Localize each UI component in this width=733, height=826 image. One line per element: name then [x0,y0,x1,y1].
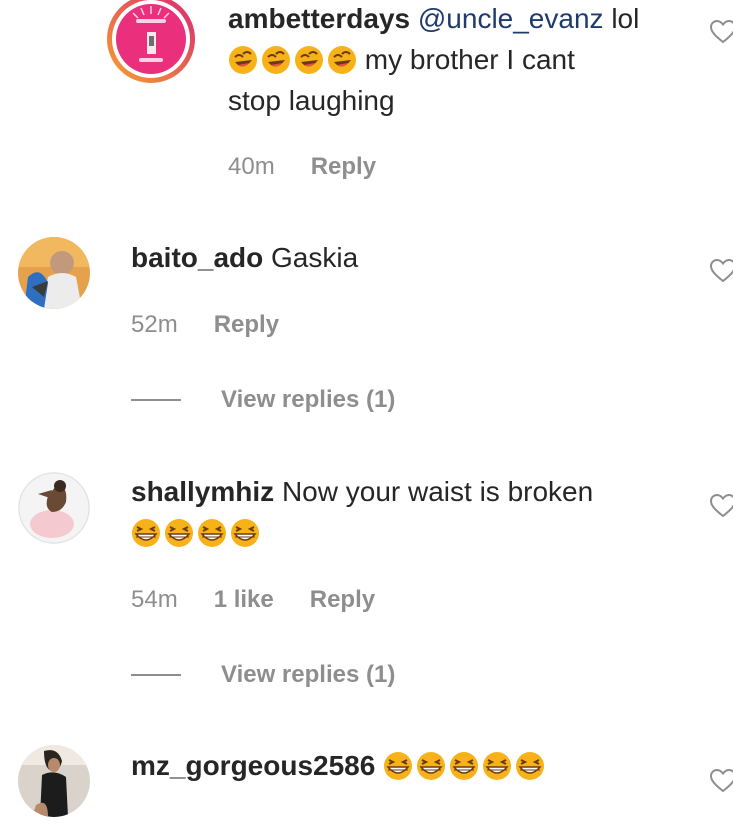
emoji-group [383,751,545,781]
reply-button[interactable]: Reply [310,586,375,614]
comment-body: Gaskia [271,242,359,273]
grinning-squinting-face-icon [132,518,160,547]
grinning-squinting-face-icon [516,751,545,780]
grinning-squinting-face-icon [384,751,413,780]
emoji-group [228,45,357,75]
comment-username[interactable]: baito_ado [131,242,263,273]
comment-username[interactable]: ambetterdays [228,3,410,34]
grinning-squinting-face-icon [231,518,259,547]
comment-body-part-2: my brother I cant [364,44,575,75]
comment-meta: 54m 1 like Reply [131,586,375,614]
comment-body: Now your waist is broken [281,476,594,507]
comment-body-part-1: lol [611,3,640,34]
comment-timestamp: 40m [228,153,275,180]
rolling-on-floor-laughing-icon [262,45,290,74]
grinning-squinting-face-icon [483,751,512,780]
comment-meta: 52m Reply [131,311,279,339]
like-heart-icon[interactable] [710,259,733,283]
view-replies-label: View replies (1) [221,386,396,413]
rolling-on-floor-laughing-icon [295,45,323,74]
avatar-story-ring[interactable] [106,0,196,84]
likes-count[interactable]: 1 like [214,586,274,614]
view-replies-button[interactable]: View replies (1) [131,661,395,689]
comment-text: mz_gorgeous2586 [131,745,545,786]
divider-line [131,674,181,676]
comment-mz-gorgeous2586: mz_gorgeous2586 [0,738,733,826]
grinning-squinting-face-icon [165,518,193,547]
grinning-squinting-face-icon [417,751,446,780]
mention-link[interactable]: @uncle_evanz [418,3,604,34]
comment-ambetterdays: ambetterdays @uncle_evanz lol my brother… [0,0,733,210]
reply-button[interactable]: Reply [214,311,279,339]
comment-body-part-3: stop laughing [228,85,395,116]
view-replies-label: View replies (1) [221,661,396,688]
emoji-group [131,518,260,548]
avatar[interactable] [18,745,90,817]
comment-timestamp: 54m [131,586,178,613]
comment-text: ambetterdays @uncle_evanz lol my brother… [228,0,688,121]
comment-meta: 40m Reply [228,153,376,181]
like-heart-icon[interactable] [710,494,733,518]
divider-line [131,399,181,401]
like-heart-icon[interactable] [710,20,733,44]
avatar[interactable] [18,472,90,544]
grinning-squinting-face-icon [450,751,479,780]
comment-username[interactable]: shallymhiz [131,476,274,507]
view-replies-button[interactable]: View replies (1) [131,386,395,414]
reply-button[interactable]: Reply [311,153,376,181]
rolling-on-floor-laughing-icon [229,45,257,74]
avatar[interactable] [18,237,90,309]
grinning-squinting-face-icon [198,518,226,547]
comment-shallymhiz: shallymhiz Now your waist is broken 54m … [0,465,733,700]
like-heart-icon[interactable] [710,769,733,793]
comment-username[interactable]: mz_gorgeous2586 [131,750,375,781]
comment-baito-ado: baito_ado Gaskia 52m Reply View replies … [0,230,733,430]
comment-text: shallymhiz Now your waist is broken [131,471,691,553]
comment-text: baito_ado Gaskia [131,237,358,278]
comment-timestamp: 52m [131,311,178,338]
rolling-on-floor-laughing-icon [328,45,356,74]
